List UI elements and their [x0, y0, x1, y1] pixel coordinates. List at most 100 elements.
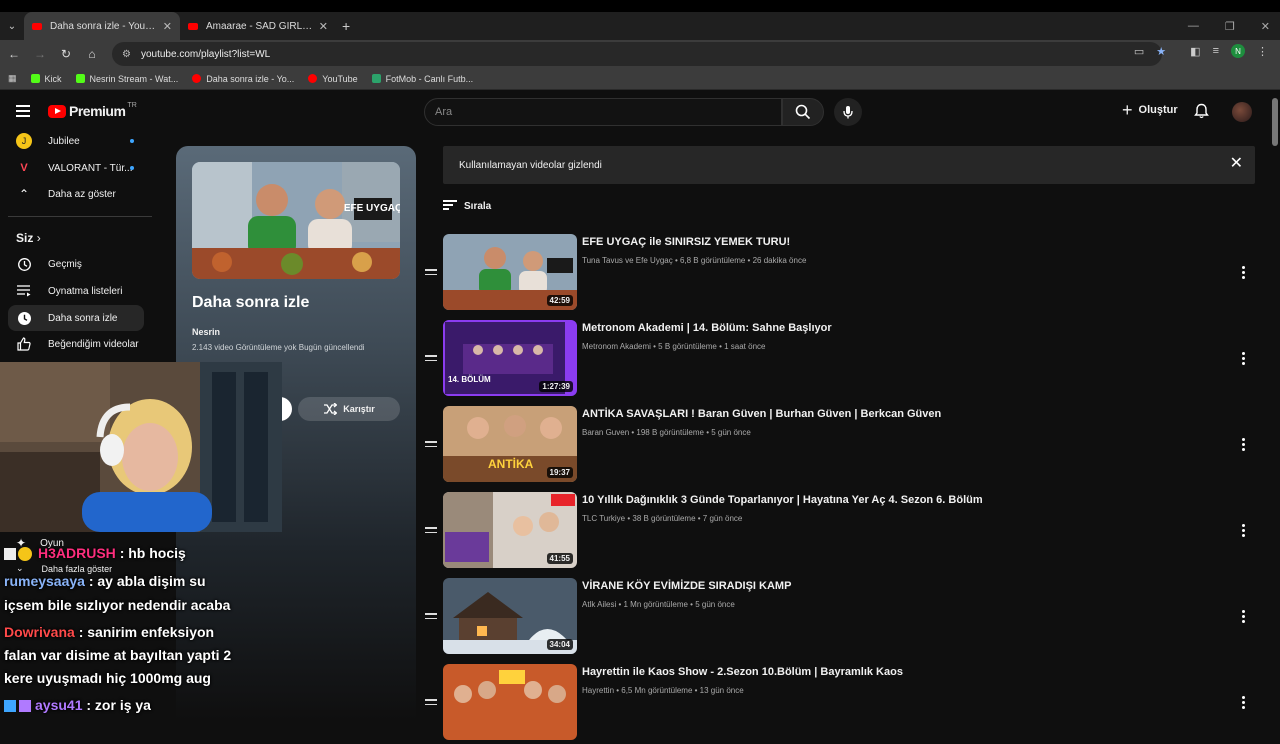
video-title[interactable]: Hayrettin ile Kaos Show - 2.Sezon 10.Böl…	[582, 666, 903, 678]
video-title[interactable]: VİRANE KÖY EVİMİZDE SIRADIŞI KAMP	[582, 580, 791, 592]
sidebar-item-playlists[interactable]: Oynatma listeleri	[8, 278, 144, 304]
playlist-meta: 2.143 video Görüntüleme yok Bugün güncel…	[192, 343, 365, 352]
video-row[interactable]: ANTİKA 19:37 ANTİKA SAVAŞLARI ! Baran Gü…	[425, 406, 1255, 486]
search-button[interactable]	[782, 98, 824, 126]
youtube-premium-logo[interactable]: Premium TR	[48, 102, 137, 119]
sidebar-item-liked-videos[interactable]: Beğendiğim videolar	[8, 331, 144, 357]
chat-username: H3ADRUSH	[38, 545, 116, 561]
sidebar-item-jubilee[interactable]: J Jubilee	[8, 128, 144, 154]
banner-text: Kullanılamayan videolar gizlendi	[459, 159, 602, 171]
tab-watch-later[interactable]: Daha sonra izle - YouTube ✕	[24, 12, 180, 40]
notifications-button[interactable]	[1194, 103, 1209, 124]
url-field[interactable]: ⚙ youtube.com/playlist?list=WL	[112, 42, 1162, 66]
video-meta: Baran Guven • 198 B görüntüleme • 5 gün …	[582, 428, 751, 437]
drag-handle-icon[interactable]	[425, 527, 437, 536]
more-actions-icon[interactable]	[1242, 352, 1245, 367]
account-avatar[interactable]	[1232, 102, 1252, 122]
history-icon	[16, 256, 32, 272]
media-icon[interactable]: ≡	[1213, 45, 1219, 57]
channel-avatar-icon: J	[16, 133, 32, 149]
sidebar-item-watch-later[interactable]: Daha sonra izle	[8, 305, 144, 331]
video-title[interactable]: 10 Yıllık Dağınıklık 3 Günde Toparlanıyo…	[582, 494, 983, 506]
playlist-thumbnail[interactable]: EFE UYGAÇ	[192, 162, 400, 279]
forward-icon[interactable]: →	[28, 47, 52, 61]
video-meta: TLC Turkiye • 38 B görüntüleme • 7 gün ö…	[582, 514, 743, 523]
tab-title: Daha sonra izle - YouTube	[50, 20, 157, 32]
drag-handle-icon[interactable]	[425, 355, 437, 364]
search-input[interactable]: Ara	[424, 98, 782, 126]
new-content-dot	[130, 139, 134, 143]
close-icon[interactable]: ✕	[1230, 156, 1243, 172]
bookmark-star-icon[interactable]: ★	[1156, 45, 1166, 58]
video-row[interactable]: 41:55 10 Yıllık Dağınıklık 3 Günde Topar…	[425, 492, 1255, 572]
apps-icon[interactable]: ▦	[8, 73, 17, 84]
close-tab-icon[interactable]: ✕	[163, 20, 172, 33]
more-actions-icon[interactable]	[1242, 524, 1245, 539]
show-less-button[interactable]: ⌃ Daha az göster	[8, 181, 144, 207]
site-info-icon[interactable]: ⚙	[122, 49, 131, 60]
video-thumbnail[interactable]: ANTİKA 19:37	[443, 406, 577, 482]
video-meta: Metronom Akademi • 5 B görüntüleme • 1 s…	[582, 342, 766, 351]
more-actions-icon[interactable]	[1242, 438, 1245, 453]
shuffle-button[interactable]: Karıştır	[298, 397, 400, 421]
sidebar-item-history[interactable]: Geçmiş	[8, 251, 144, 277]
video-row[interactable]: 42:59 EFE UYGAÇ ile SINIRSIZ YEMEK TURU!…	[425, 234, 1255, 314]
close-tab-icon[interactable]: ✕	[319, 20, 328, 33]
like-icon	[16, 336, 32, 352]
create-button[interactable]: + Oluştur	[1122, 101, 1178, 119]
voice-search-button[interactable]	[834, 98, 862, 126]
window-controls: — ❐ ✕	[1188, 12, 1270, 40]
cast-icon[interactable]: ▭	[1134, 45, 1144, 58]
video-thumbnail[interactable]	[443, 664, 577, 740]
video-row[interactable]: 14. BÖLÜM 1:27:39 Metronom Akademi | 14.…	[425, 320, 1255, 400]
bookmark-kick[interactable]: Kick	[30, 74, 62, 84]
more-actions-icon[interactable]	[1242, 610, 1245, 625]
restore-icon[interactable]: ❐	[1225, 20, 1235, 33]
bookmark-nesrin-stream[interactable]: Nesrin Stream - Wat...	[75, 74, 178, 84]
new-tab-button[interactable]: +	[342, 18, 350, 34]
os-top-strip	[0, 0, 1280, 12]
video-thumbnail[interactable]: 34:04	[443, 578, 577, 654]
drag-handle-icon[interactable]	[425, 269, 437, 278]
bookmark-youtube[interactable]: YouTube	[308, 74, 358, 84]
video-row[interactable]: 34:04 VİRANE KÖY EVİMİZDE SIRADIŞI KAMP …	[425, 578, 1255, 658]
video-thumbnail[interactable]: 14. BÖLÜM 1:27:39	[443, 320, 577, 396]
section-you[interactable]: Siz ›	[16, 231, 41, 245]
minimize-icon[interactable]: —	[1188, 20, 1199, 32]
back-icon[interactable]: ←	[2, 47, 26, 61]
tab-amaarae[interactable]: Amaarae - SAD GIRLZ LUV MO ✕	[180, 12, 336, 40]
video-row[interactable]: Hayrettin ile Kaos Show - 2.Sezon 10.Böl…	[425, 664, 1255, 744]
chat-username: aysu41	[35, 697, 83, 713]
video-title[interactable]: EFE UYGAÇ ile SINIRSIZ YEMEK TURU!	[582, 236, 790, 248]
more-actions-icon[interactable]	[1242, 266, 1245, 281]
drag-handle-icon[interactable]	[425, 699, 437, 708]
thumbnail-tag: EFE UYGAÇ	[344, 203, 400, 214]
bookmark-fotmob[interactable]: FotMob - Canlı Futb...	[371, 74, 473, 84]
playlist-owner[interactable]: Nesrin	[192, 327, 220, 337]
sidebar-item-valorant[interactable]: V VALORANT - Tür...	[8, 155, 144, 181]
extensions-icon[interactable]: ◧	[1190, 45, 1200, 58]
video-title[interactable]: Metronom Akademi | 14. Bölüm: Sahne Başl…	[582, 322, 832, 334]
tab-strip: ⌄ Daha sonra izle - YouTube ✕ Amaarae - …	[0, 12, 1280, 40]
microphone-icon	[843, 106, 853, 119]
home-icon[interactable]: ⌂	[80, 47, 104, 61]
drag-handle-icon[interactable]	[425, 613, 437, 622]
drag-handle-icon[interactable]	[425, 441, 437, 450]
profile-avatar[interactable]: N	[1231, 44, 1245, 58]
more-actions-icon[interactable]	[1242, 696, 1245, 711]
menu-icon[interactable]: ⋮	[1257, 45, 1268, 58]
badge-icon	[18, 547, 32, 562]
video-thumbnail[interactable]: 41:55	[443, 492, 577, 568]
chat-message-continued: kere uyuşmadı hiç 1000mg aug	[4, 670, 211, 686]
video-title[interactable]: ANTİKA SAVAŞLARI ! Baran Güven | Burhan …	[582, 408, 941, 420]
reload-icon[interactable]: ↻	[54, 47, 78, 61]
page-scrollbar[interactable]	[1272, 98, 1278, 146]
tab-search-button[interactable]: ⌄	[0, 15, 24, 37]
bookmark-watch-later[interactable]: Daha sonra izle - Yo...	[192, 74, 294, 84]
close-window-icon[interactable]: ✕	[1261, 20, 1270, 33]
video-thumbnail[interactable]: 42:59	[443, 234, 577, 310]
sort-button[interactable]: Sırala	[443, 200, 491, 212]
menu-hamburger-icon[interactable]	[16, 105, 30, 120]
youtube-favicon-icon	[188, 22, 198, 30]
badge-icon	[4, 700, 16, 713]
